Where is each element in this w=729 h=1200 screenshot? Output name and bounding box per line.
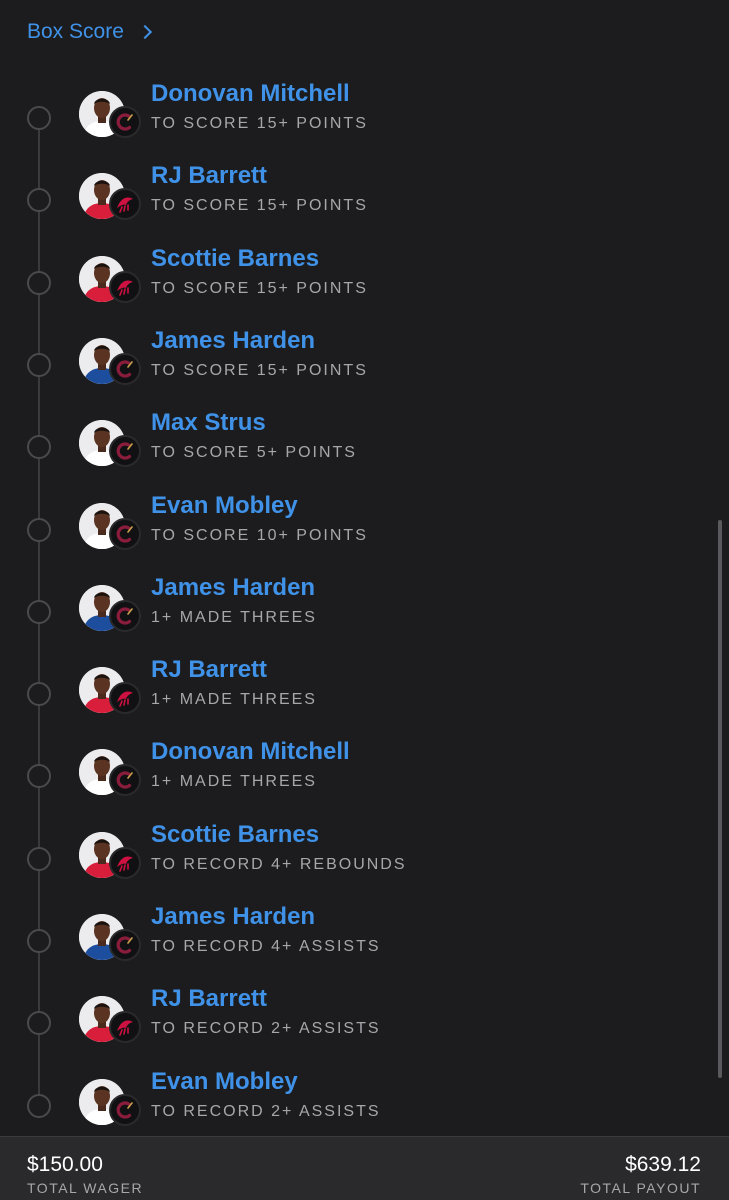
leg-status-indicator[interactable] [27,1011,51,1036]
raptors-logo-icon [117,197,133,214]
player-name[interactable]: Scottie Barnes [151,245,319,273]
team-logo [109,764,141,797]
leg-status-indicator[interactable] [27,599,51,624]
leg-market: TO SCORE 15+ POINTS [151,279,368,297]
parlay-leg: Donovan Mitchell 1+ MADE THREES [0,736,700,818]
leg-status-indicator[interactable] [27,764,51,789]
leg-market: 1+ MADE THREES [151,691,317,709]
parlay-leg: Scottie Barnes TO SCORE 15+ POINTS [0,243,700,325]
team-logo [109,599,141,632]
cavaliers-logo-icon [116,113,133,131]
team-logo [109,682,141,715]
player-name[interactable]: Donovan Mitchell [151,80,350,108]
player-name[interactable]: Evan Mobley [151,1068,298,1096]
cavaliers-logo-icon [116,524,133,543]
parlay-leg: RJ Barrett TO RECORD 2+ ASSISTS [0,983,700,1065]
cavaliers-logo-icon [116,936,133,954]
player-name[interactable]: Scottie Barnes [151,821,319,849]
leg-market: TO RECORD 2+ ASSISTS [151,1102,381,1120]
leg-status-indicator[interactable] [27,682,51,707]
parlay-leg: RJ Barrett TO SCORE 15+ POINTS [0,160,700,242]
leg-status-indicator[interactable] [27,929,51,953]
parlay-leg: Evan Mobley TO SCORE 10+ POINTS [0,490,700,572]
raptors-logo-icon [117,691,133,707]
team-logo [109,846,141,879]
total-wager-amount: $150.00 [27,1153,103,1176]
team-logo [109,188,141,221]
leg-status-indicator[interactable] [27,435,51,460]
player-name[interactable]: RJ Barrett [151,162,267,190]
leg-market: TO SCORE 5+ POINTS [151,444,357,462]
parlay-leg: RJ Barrett 1+ MADE THREES [0,654,700,736]
leg-market: TO RECORD 4+ REBOUNDS [151,855,407,873]
total-wager-label: TOTAL WAGER [27,1180,144,1196]
team-logo [109,1093,141,1126]
leg-market: TO RECORD 2+ ASSISTS [151,1020,381,1038]
leg-market: TO SCORE 15+ POINTS [151,197,368,215]
raptors-logo-icon [117,856,133,872]
player-name[interactable]: Max Strus [151,409,266,437]
scrollbar[interactable] [718,520,722,1078]
team-logo [109,435,141,468]
total-payout-label: TOTAL PAYOUT [580,1180,701,1196]
parlay-leg: Scottie Barnes TO RECORD 4+ REBOUNDS [0,819,700,901]
wager-summary-footer: $150.00 TOTAL WAGER $639.12 TOTAL PAYOUT [0,1136,729,1200]
player-name[interactable]: RJ Barrett [151,656,267,684]
player-name[interactable]: James Harden [151,327,315,355]
raptors-logo-icon [117,280,133,296]
leg-status-indicator[interactable] [27,106,51,130]
parlay-leg: Max Strus TO SCORE 5+ POINTS [0,407,700,489]
team-logo [109,929,141,961]
parlay-legs-list: Donovan Mitchell TO SCORE 15+ POINTS RJ Ba… [0,0,729,1136]
parlay-leg: Donovan Mitchell TO SCORE 15+ POINTS [0,78,700,160]
team-logo [109,352,141,385]
player-name[interactable]: Donovan Mitchell [151,738,350,766]
team-logo [109,270,141,303]
team-logo [109,517,141,550]
cavaliers-logo-icon [116,607,133,625]
leg-market: TO SCORE 15+ POINTS [151,361,368,379]
leg-market: TO SCORE 10+ POINTS [151,526,368,544]
leg-status-indicator[interactable] [27,1093,51,1118]
leg-status-indicator[interactable] [27,846,51,871]
leg-market: TO SCORE 15+ POINTS [151,115,368,132]
total-payout-amount: $639.12 [625,1153,701,1176]
leg-status-indicator[interactable] [27,517,51,542]
cavaliers-logo-icon [116,442,133,460]
parlay-leg: James Harden 1+ MADE THREES [0,572,700,654]
team-logo [109,1011,141,1044]
raptors-logo-icon [117,1020,133,1037]
player-name[interactable]: RJ Barrett [151,985,267,1013]
cavaliers-logo-icon [116,771,133,789]
leg-market: 1+ MADE THREES [151,608,317,626]
leg-status-indicator[interactable] [27,352,51,377]
player-name[interactable]: James Harden [151,574,315,602]
cavaliers-logo-icon [116,1101,133,1119]
player-name[interactable]: Evan Mobley [151,492,298,520]
leg-market: TO RECORD 4+ ASSISTS [151,938,381,955]
leg-status-indicator[interactable] [27,270,51,295]
cavaliers-logo-icon [116,360,133,378]
parlay-leg: James Harden TO SCORE 15+ POINTS [0,325,700,407]
player-name[interactable]: James Harden [151,903,315,931]
parlay-leg: James Harden TO RECORD 4+ ASSISTS [0,901,700,983]
leg-status-indicator[interactable] [27,188,51,213]
leg-market: 1+ MADE THREES [151,773,317,791]
team-logo [109,106,141,138]
